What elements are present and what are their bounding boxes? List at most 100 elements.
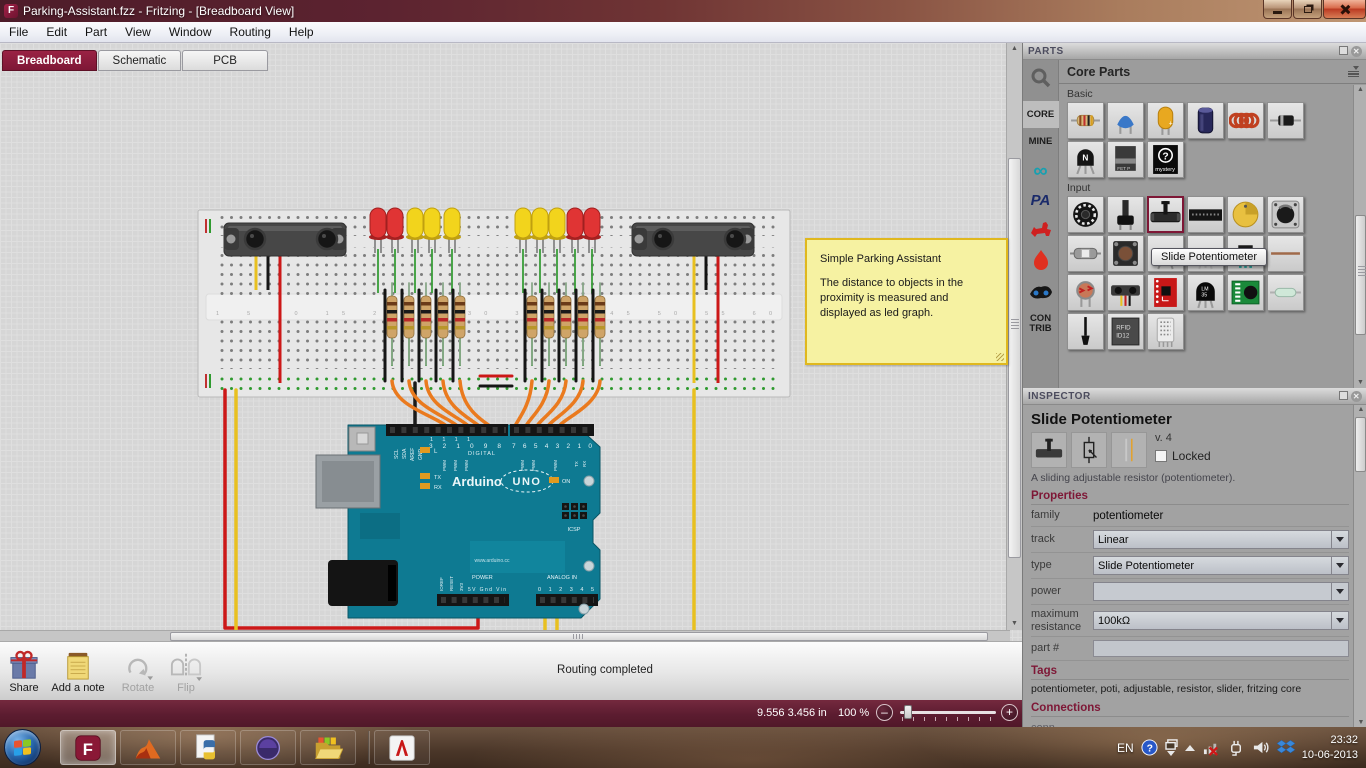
tab-breadboard[interactable]: Breadboard <box>2 50 97 71</box>
horizontal-scrollbar[interactable] <box>0 630 1010 641</box>
inspector-scroll-down[interactable]: ▼ <box>1356 719 1366 726</box>
bin-tab-contrib[interactable]: CON TRIB <box>1023 310 1059 339</box>
volume-tray-icon[interactable] <box>1252 739 1270 756</box>
part-rotary-encoder[interactable] <box>1067 196 1104 233</box>
arduino-uno[interactable]: SCL SDA AREF GND 1 1 1 1 3 2 1 0 9 8 7 6… <box>315 424 601 619</box>
taskbar-adobe-reader[interactable] <box>374 730 430 765</box>
show-hidden-icons[interactable] <box>1184 744 1195 751</box>
part-reed-switch[interactable] <box>1267 274 1304 311</box>
help-tray-icon[interactable]: ? <box>1141 739 1158 756</box>
start-button[interactable] <box>4 729 41 766</box>
type-select[interactable]: Slide Potentiometer <box>1093 556 1349 575</box>
arduino-bin-icon[interactable]: ∞ <box>1033 155 1047 188</box>
inspector-scroll-up[interactable]: ▲ <box>1356 406 1366 413</box>
rotate-button[interactable]: Rotate <box>112 648 164 694</box>
sticky-note[interactable]: Simple Parking Assistant The distance to… <box>805 238 1008 365</box>
scroll-up-arrow[interactable]: ▲ <box>1009 44 1020 54</box>
add-note-button[interactable]: Add a note <box>46 648 110 694</box>
parts-scroll-up[interactable]: ▲ <box>1355 85 1366 95</box>
search-icon[interactable] <box>1030 60 1052 101</box>
breadboard-canvas[interactable]: Breadboard Schematic PCB 1 5 0 15 2 30 3… <box>0 43 1022 641</box>
part-number-input[interactable] <box>1093 640 1349 658</box>
menu-part[interactable]: Part <box>76 22 116 42</box>
max-resistance-select[interactable]: 100kΩ <box>1093 611 1349 631</box>
taskbar-clock[interactable]: 23:32 10-06-2013 <box>1302 733 1358 763</box>
snootlab-bin-icon[interactable] <box>1029 213 1053 246</box>
part-softpot[interactable] <box>1227 196 1264 233</box>
tab-schematic[interactable]: Schematic <box>97 50 182 71</box>
minimize-button[interactable] <box>1263 0 1292 19</box>
track-select[interactable]: Linear <box>1093 530 1349 549</box>
part-accelerometer-breakout[interactable] <box>1147 274 1184 311</box>
part-photoresistor[interactable] <box>1067 274 1104 311</box>
parts-scrollbar[interactable]: ▲ ▼ <box>1353 85 1366 388</box>
part-slide-switch[interactable] <box>1067 235 1104 272</box>
zoom-out-button[interactable]: – <box>876 704 893 721</box>
vertical-scrollbar-thumb[interactable] <box>1008 158 1021 558</box>
taskbar-python[interactable] <box>180 730 236 765</box>
power-select[interactable] <box>1093 582 1349 601</box>
close-inspector-icon[interactable]: ✕ <box>1351 390 1362 402</box>
close-panel-icon[interactable]: ✕ <box>1351 45 1362 57</box>
taskbar-matlab[interactable] <box>120 730 176 765</box>
parts-scroll-thumb[interactable] <box>1355 215 1366 335</box>
bin-tab-core[interactable]: CORE <box>1022 101 1059 128</box>
part-humidity-sensor[interactable] <box>1147 313 1184 350</box>
part-tantalum-capacitor[interactable]: + <box>1147 102 1184 139</box>
part-ir-distance-sensor[interactable] <box>1107 274 1144 311</box>
power-tray-icon[interactable] <box>1228 739 1245 756</box>
part-trimmer-potentiometer[interactable] <box>1107 196 1144 233</box>
restore-button[interactable] <box>1293 0 1322 19</box>
float-panel-icon[interactable] <box>1339 45 1348 55</box>
part-rfid-id12[interactable]: RFID ID12 <box>1107 313 1144 350</box>
part-pushbutton[interactable] <box>1107 235 1144 272</box>
language-indicator[interactable]: EN <box>1117 741 1134 755</box>
zoom-in-button[interactable]: + <box>1001 704 1018 721</box>
part-gas-sensor-module[interactable] <box>1227 274 1264 311</box>
float-inspector-icon[interactable] <box>1339 390 1348 400</box>
part-npn-transistor[interactable]: N <box>1067 141 1104 178</box>
part-dip-switch[interactable] <box>1187 196 1224 233</box>
horizontal-scrollbar-thumb[interactable] <box>170 632 988 641</box>
bin-menu-icon[interactable] <box>1348 65 1359 78</box>
taskbar-eclipse[interactable] <box>240 730 296 765</box>
flip-button[interactable]: Flip <box>164 648 208 694</box>
part-resistor[interactable] <box>1067 102 1104 139</box>
bin-tab-mine[interactable]: MINE <box>1023 128 1059 155</box>
taskbar-fritzing[interactable]: F <box>60 730 116 765</box>
part-lm35-temp-sensor[interactable]: LM 35 <box>1187 274 1224 311</box>
scroll-down-arrow[interactable]: ▼ <box>1009 619 1020 629</box>
menu-view[interactable]: View <box>116 22 160 42</box>
menu-routing[interactable]: Routing <box>221 22 280 42</box>
inspector-scrollbar[interactable]: ▲ ▼ <box>1353 405 1366 727</box>
menu-help[interactable]: Help <box>280 22 323 42</box>
part-diode[interactable] <box>1267 102 1304 139</box>
menu-edit[interactable]: Edit <box>37 22 76 42</box>
note-resize-grip[interactable] <box>996 353 1004 361</box>
part-electrolytic-capacitor[interactable] <box>1187 102 1224 139</box>
part-whip-antenna[interactable] <box>1067 313 1104 350</box>
parallax-bin-icon[interactable]: PA <box>1031 188 1051 213</box>
sparkfun-bin-icon[interactable] <box>1031 246 1051 279</box>
part-panel-potentiometer[interactable] <box>1267 196 1304 233</box>
parts-scroll-down[interactable]: ▼ <box>1355 378 1366 388</box>
menu-file[interactable]: File <box>0 22 37 42</box>
part-power-mosfet[interactable]: FET P <box>1107 141 1144 178</box>
zoom-slider[interactable] <box>900 705 996 719</box>
part-inductor[interactable] <box>1227 102 1264 139</box>
inspector-scroll-thumb[interactable] <box>1355 417 1366 472</box>
part-force-sensor[interactable] <box>1267 235 1304 272</box>
menu-window[interactable]: Window <box>160 22 221 42</box>
vertical-scrollbar[interactable]: ▲ ▼ <box>1006 43 1022 630</box>
share-button[interactable]: Share <box>4 648 44 694</box>
network-tray-icon[interactable] <box>1202 739 1221 756</box>
part-mystery[interactable]: ? mystery <box>1147 141 1184 178</box>
part-ceramic-capacitor[interactable] <box>1107 102 1144 139</box>
tab-pcb[interactable]: PCB <box>182 50 268 71</box>
dropbox-tray-icon[interactable] <box>1276 739 1295 756</box>
close-button[interactable] <box>1323 0 1366 19</box>
adafruit-bin-icon[interactable] <box>1028 279 1054 310</box>
display-tray-icon[interactable] <box>1165 739 1178 756</box>
part-slide-potentiometer[interactable] <box>1147 196 1184 233</box>
taskbar-explorer[interactable] <box>300 730 356 765</box>
